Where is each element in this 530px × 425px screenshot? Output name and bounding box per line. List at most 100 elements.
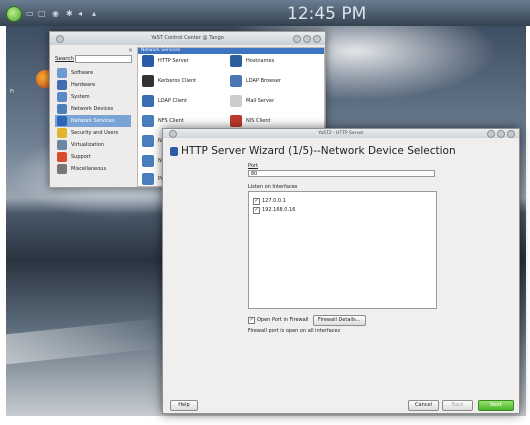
interface-address: 127.0.0.1 <box>262 198 286 204</box>
panel-clock[interactable]: 12:45 PM <box>287 4 366 24</box>
module-item[interactable]: Mail Server <box>230 94 274 108</box>
search-label: Search <box>55 56 74 62</box>
open-firewall-label: Open Port in Firewall <box>257 317 309 323</box>
category-label: System <box>71 94 90 100</box>
module-label: LDAP Client <box>158 98 188 104</box>
maximize-icon[interactable] <box>303 35 311 43</box>
module-icon <box>142 115 154 127</box>
next-button[interactable]: Next <box>478 400 514 411</box>
category-item[interactable]: Virtualization <box>55 139 131 151</box>
category-label: Network Services <box>71 118 115 124</box>
minimize-icon[interactable] <box>293 35 301 43</box>
pane-close-icon[interactable]: × <box>128 47 133 54</box>
top-panel: ▭ ▢ ◉ ✱ ◂ ▴ 12:45 PM <box>0 0 530 26</box>
desktop-icon-label: Fi <box>10 89 14 95</box>
close-icon[interactable] <box>313 35 321 43</box>
module-icon <box>230 55 242 67</box>
wizard-title: HTTP Server Wizard (1/5)--Network Device… <box>181 145 456 157</box>
cancel-button[interactable]: Cancel <box>408 400 439 411</box>
module-icon <box>142 95 154 107</box>
interface-address: 192.168.0.16 <box>262 207 296 213</box>
module-label: HTTP Server <box>158 58 189 64</box>
search-input[interactable] <box>75 55 132 63</box>
http-server-icon <box>170 147 178 156</box>
control-center-titlebar[interactable]: YaST Control Center @ Tango <box>50 32 325 45</box>
category-label: Virtualization <box>71 142 104 148</box>
module-label: Mail Server <box>246 98 275 104</box>
window-menu-icon[interactable] <box>169 130 177 138</box>
module-label: NFS Client <box>158 118 184 124</box>
volume-icon[interactable]: ◂ <box>78 9 88 18</box>
module-item[interactable]: LDAP Client <box>142 94 187 108</box>
network-icon[interactable]: ✱ <box>66 9 76 18</box>
window-menu-icon[interactable] <box>56 35 64 43</box>
interface-row[interactable]: ✓ 127.0.0.1 <box>253 197 286 205</box>
module-label: Kerberos Client <box>158 78 197 84</box>
module-label: Hostnames <box>246 58 275 64</box>
module-item[interactable]: LDAP Browser <box>230 74 281 88</box>
module-item[interactable]: NIS Client <box>230 114 270 128</box>
control-center-title: YaST Control Center @ Tango <box>151 35 224 41</box>
http-window-title: YaST2 - HTTP Server <box>318 131 364 136</box>
terminal-icon[interactable]: ▭ <box>26 9 36 18</box>
wallpaper-wave <box>6 317 166 365</box>
module-icon <box>142 75 154 87</box>
module-icon <box>142 135 154 147</box>
category-item[interactable]: System <box>55 91 131 103</box>
http-server-window: YaST2 - HTTP Server HTTP Server Wizard (… <box>162 128 520 414</box>
category-list: Software Hardware System Network Devices Net… <box>55 67 131 175</box>
category-item[interactable]: Support <box>55 151 131 163</box>
category-item[interactable]: Miscellaneous <box>55 163 131 175</box>
interfaces-list: ✓ 127.0.0.1 ✓ 192.168.0.16 <box>248 191 437 309</box>
maximize-icon[interactable] <box>497 130 505 138</box>
module-icon <box>230 75 242 87</box>
interface-checkbox[interactable]: ✓ <box>253 207 260 214</box>
help-button[interactable]: Help <box>170 400 198 411</box>
module-item[interactable]: HTTP Server <box>142 54 189 68</box>
category-item[interactable]: Security and Users <box>55 127 131 139</box>
module-label: NIS Client <box>246 118 271 124</box>
module-icon <box>230 115 242 127</box>
open-firewall-checkbox[interactable]: ✓ <box>248 317 255 324</box>
category-label: Support <box>71 154 91 160</box>
category-label: Software <box>71 70 94 76</box>
firewall-status: Firewall port is open on all interfaces <box>248 328 341 334</box>
module-item[interactable]: Pr <box>142 172 163 186</box>
category-icon <box>57 164 67 174</box>
category-item[interactable]: Software <box>55 67 131 79</box>
close-icon[interactable] <box>507 130 515 138</box>
category-label: Hardware <box>71 82 96 88</box>
browser-icon[interactable]: ◉ <box>52 9 62 18</box>
category-icon <box>57 128 67 138</box>
interfaces-label: Listen on Interfaces <box>248 184 298 190</box>
application-menu-button[interactable] <box>6 6 22 22</box>
module-label: LDAP Browser <box>246 78 281 84</box>
system-tray-icon[interactable]: ▴ <box>92 9 102 18</box>
http-titlebar[interactable]: YaST2 - HTTP Server <box>163 129 519 138</box>
module-icon <box>230 95 242 107</box>
port-input[interactable]: 80 <box>248 170 435 177</box>
file-manager-icon[interactable]: ▢ <box>38 9 48 18</box>
category-icon <box>57 152 67 162</box>
category-item[interactable]: Hardware <box>55 79 131 91</box>
category-item[interactable]: Network Services <box>55 115 131 127</box>
category-icon <box>57 68 67 78</box>
back-button[interactable]: Back <box>442 400 473 411</box>
interface-row[interactable]: ✓ 192.168.0.16 <box>253 206 295 214</box>
category-icon <box>57 80 67 90</box>
category-icon <box>57 140 67 150</box>
category-icon <box>57 92 67 102</box>
category-icon <box>57 116 67 126</box>
module-icon <box>142 155 154 167</box>
module-item[interactable]: NFS Client <box>142 114 184 128</box>
module-icon <box>142 173 154 185</box>
category-label: Security and Users <box>71 130 119 136</box>
interface-checkbox[interactable]: ✓ <box>253 198 260 205</box>
module-item[interactable]: Kerberos Client <box>142 74 196 88</box>
module-item[interactable]: Hostnames <box>230 54 274 68</box>
firewall-details-button[interactable]: Firewall Details... <box>313 315 366 326</box>
category-label: Miscellaneous <box>71 166 107 172</box>
category-pane: × Search Software Hardware System Network D… <box>53 47 133 185</box>
category-item[interactable]: Network Devices <box>55 103 131 115</box>
minimize-icon[interactable] <box>487 130 495 138</box>
